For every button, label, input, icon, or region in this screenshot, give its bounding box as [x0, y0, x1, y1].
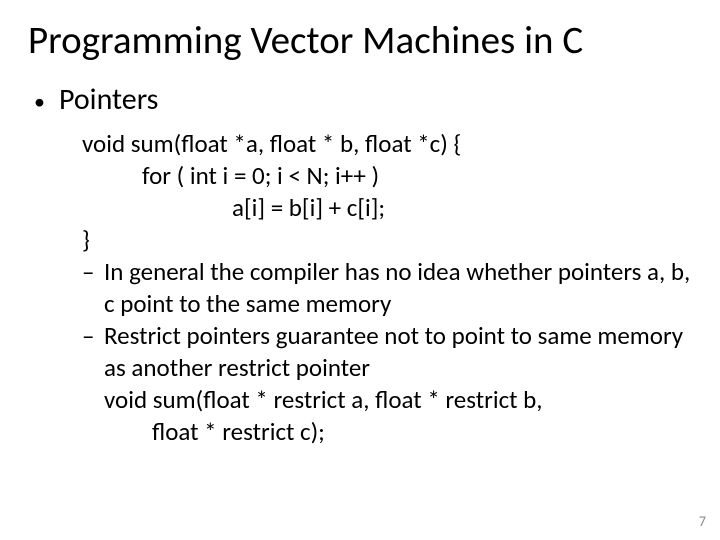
- sub-bullet-item: – Restrict pointers guarantee not to poi…: [82, 320, 692, 384]
- sub-bullet-item: – In general the compiler has no idea wh…: [82, 256, 692, 320]
- code-line: }: [82, 224, 692, 256]
- sub-bullet-text: In general the compiler has no idea whet…: [104, 256, 692, 320]
- bullet-dot-icon: •: [34, 91, 45, 113]
- code-line: void sum(float * restrict a, float * res…: [104, 384, 692, 416]
- dash-icon: –: [82, 256, 98, 288]
- code-line: void sum(float *a, float * b, float *c) …: [82, 128, 692, 160]
- bullet-text: Pointers: [59, 81, 158, 118]
- sub-bullet-text: Restrict pointers guarantee not to point…: [104, 320, 692, 384]
- bullet-item: • Pointers: [34, 81, 692, 118]
- slide-title: Programming Vector Machines in C: [28, 20, 692, 63]
- code-line: for ( int i = 0; i < N; i++ ): [142, 160, 692, 192]
- code-block: void sum(float *a, float * b, float *c) …: [82, 128, 692, 256]
- code-line: a[i] = b[i] + c[i];: [232, 192, 692, 224]
- code-line: float * restrict c);: [152, 416, 692, 448]
- page-number: 7: [699, 513, 706, 530]
- slide: Programming Vector Machines in C • Point…: [0, 0, 720, 540]
- dash-icon: –: [82, 320, 98, 352]
